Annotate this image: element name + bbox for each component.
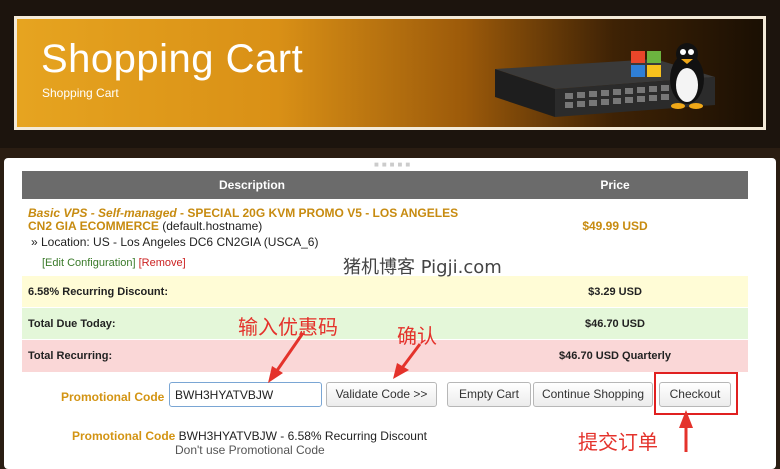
applied-promo-text: Promotional Code BWH3HYATVBJW - 6.58% Re… — [72, 429, 427, 443]
header-banner: Shopping Cart Shopping Cart — [14, 16, 766, 130]
promo-code-label: Promotional Code — [61, 390, 165, 404]
annotation-enter-promo: 输入优惠码 — [238, 315, 338, 339]
product-location: » Location: US - Los Angeles DC6 CN2GIA … — [31, 235, 319, 249]
checkout-button[interactable]: Checkout — [659, 382, 731, 407]
column-header-price: Price — [600, 178, 630, 192]
cart-item-price: $49.99 USD — [582, 219, 648, 233]
summary-value: $3.29 USD — [482, 275, 748, 308]
header-banner-frame: Shopping Cart Shopping Cart — [0, 0, 780, 148]
validate-code-button[interactable]: Validate Code >> — [326, 382, 437, 407]
product-name: Basic VPS - Self-managed - SPECIAL 20G K… — [28, 207, 476, 233]
network-switch-illustration — [495, 43, 715, 117]
breadcrumb: Shopping Cart — [42, 86, 119, 100]
annotation-confirm: 确认 — [397, 324, 437, 348]
empty-cart-button[interactable]: Empty Cart — [447, 382, 531, 407]
page-title: Shopping Cart — [41, 37, 304, 81]
promo-code-input[interactable] — [169, 382, 322, 407]
applied-promo-label: Promotional Code — [72, 429, 176, 443]
decorative-dots: ■■■■■ — [374, 160, 414, 169]
edit-configuration-link[interactable]: [Edit Configuration] — [42, 257, 136, 269]
table-header-row: Description Price — [22, 171, 748, 199]
column-header-description: Description — [218, 178, 285, 192]
cart-content: ■■■■■ Description Price Basic VPS - Self… — [4, 158, 776, 469]
continue-shopping-button[interactable]: Continue Shopping — [533, 382, 653, 407]
remove-item-link[interactable]: [Remove] — [139, 257, 186, 269]
applied-promo-detail: BWH3HYATVBJW - 6.58% Recurring Discount — [175, 429, 427, 443]
summary-value: $46.70 USD — [482, 307, 748, 340]
total-recurring-row: Total Recurring: $46.70 USD Quarterly — [22, 339, 748, 372]
product-hostname: (default.hostname) — [158, 219, 263, 233]
watermark-text: 猪机博客 Pigji.com — [343, 257, 502, 278]
annotation-submit-order: 提交订单 — [578, 430, 658, 454]
summary-value: $46.70 USD Quarterly — [482, 339, 748, 372]
summary-label: 6.58% Recurring Discount: — [22, 275, 482, 308]
total-due-today-row: Total Due Today: $46.70 USD — [22, 307, 748, 340]
recurring-discount-row: 6.58% Recurring Discount: $3.29 USD — [22, 275, 748, 308]
cart-item-description: Basic VPS - Self-managed - SPECIAL 20G K… — [22, 199, 482, 250]
remove-promo-link[interactable]: Don't use Promotional Code — [175, 443, 325, 457]
cart-item-row: Basic VPS - Self-managed - SPECIAL 20G K… — [22, 199, 748, 250]
product-group: Basic VPS - Self-managed — [28, 206, 177, 220]
